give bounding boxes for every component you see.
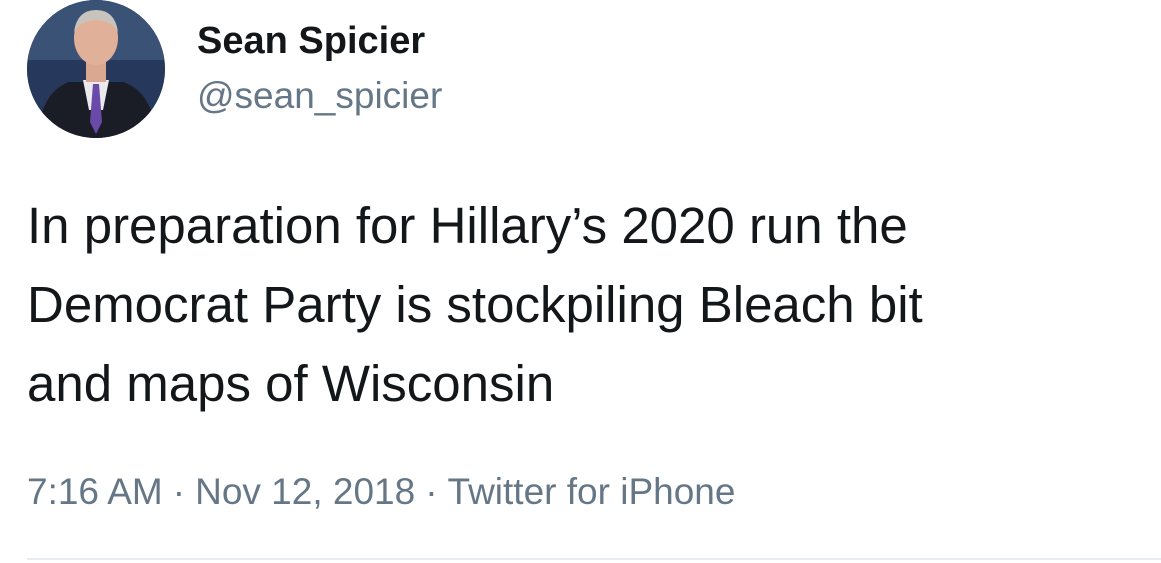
tweet-text-line: In preparation for Hillary’s 2020 run th… xyxy=(27,197,908,254)
author-handle[interactable]: @sean_spicier xyxy=(197,74,442,118)
tweet-text: In preparation for Hillary’s 2020 run th… xyxy=(27,186,1147,423)
tweet-date[interactable]: Nov 12, 2018 xyxy=(195,471,415,512)
tweet-text-line: Democrat Party is stockpiling Bleach bit xyxy=(27,276,923,333)
avatar[interactable] xyxy=(27,0,165,138)
meta-separator: · xyxy=(172,471,186,512)
tweet-time[interactable]: 7:16 AM xyxy=(27,471,163,512)
meta-separator: · xyxy=(425,471,438,512)
tweet-source[interactable]: Twitter for iPhone xyxy=(448,471,736,512)
avatar-photo-icon xyxy=(27,0,165,138)
divider xyxy=(27,558,1161,560)
tweet-text-line: and maps of Wisconsin xyxy=(27,355,555,412)
tweet-card: Sean Spicier @sean_spicier In preparatio… xyxy=(0,0,1161,563)
author-display-name[interactable]: Sean Spicier xyxy=(197,18,425,64)
tweet-meta: 7:16 AM · Nov 12, 2018 · Twitter for iPhone xyxy=(27,470,735,514)
